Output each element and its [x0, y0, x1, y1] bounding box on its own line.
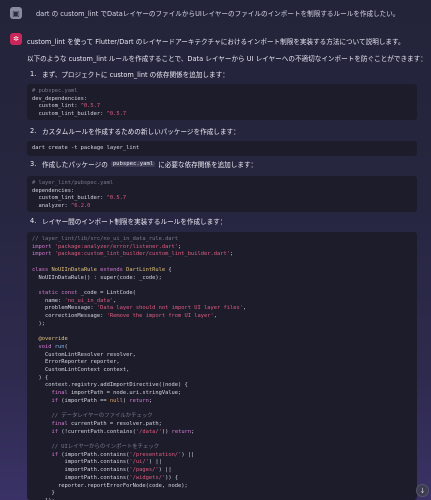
assistant-intro: custom_lint を使って Flutter/Dart のレイヤードアーキテ… [27, 38, 405, 46]
inline-code-pubspec: pubspec.yaml [110, 161, 156, 167]
arrow-down-icon: ↓ [419, 486, 426, 495]
step-1: 1. まず、プロジェクトに custom_lint の依存関係を追加します： [30, 70, 229, 79]
code-block-pubspec[interactable]: # pubspec.yaml dev_dependencies: custom_… [27, 84, 417, 120]
code-block-create-package[interactable]: dart create -t package layer_lint [27, 141, 417, 156]
step-2: 2. カスタムルールを作成するための新しいパッケージを作成します： [30, 127, 240, 136]
user-message: ▣ dart の custom_lint でDataレイヤーのファイルからUIレ… [10, 5, 422, 21]
step-3: 3. 作成したパッケージの pubspec.yaml に必要な依存関係を追加しま… [30, 160, 258, 169]
assistant-avatar-icon: ✲ [10, 33, 22, 45]
scroll-down-button[interactable]: ↓ [416, 484, 429, 497]
step-4: 4. レイヤー間のインポート制限を実装するルールを作成します： [30, 217, 227, 226]
assistant-intro-2: 以下のような custom_lint ルールを作成することで、Data レイヤー… [27, 55, 427, 63]
user-message-text: dart の custom_lint でDataレイヤーのファイルからUIレイヤ… [36, 10, 400, 18]
assistant-header: ✲ [10, 33, 22, 45]
user-avatar: ▣ [10, 7, 22, 19]
code-block-layer-lint-pubspec[interactable]: # layer_lint/pubspec.yaml dependencies: … [27, 176, 417, 212]
chat-thread: ▣ dart の custom_lint でDataレイヤーのファイルからUIレ… [0, 0, 431, 500]
code-block-rule[interactable]: // layer_lint/lib/src/no_ui_in_data_rule… [27, 232, 417, 500]
